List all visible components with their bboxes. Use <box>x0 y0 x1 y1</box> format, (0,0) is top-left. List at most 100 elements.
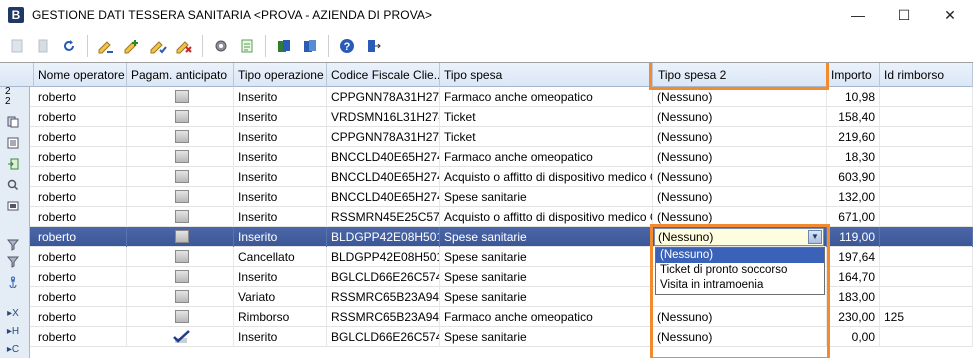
export-book-icon[interactable] <box>271 33 297 59</box>
cell-id-rimborso[interactable] <box>880 207 973 227</box>
cell-pagam-anticipato[interactable] <box>127 87 234 107</box>
cell-tipo-spesa[interactable]: Acquisto o affitto di dispositivo medico… <box>440 207 653 227</box>
cell-id-rimborso[interactable] <box>880 127 973 147</box>
cell-codice-fiscale[interactable]: BNCCLD40E65H274O <box>327 167 440 187</box>
cell-tipo-spesa-2[interactable]: (Nessuno) <box>653 307 827 327</box>
cell-id-rimborso[interactable] <box>880 87 973 107</box>
cell-nome-operatore[interactable]: roberto <box>34 267 127 287</box>
cell-pagam-anticipato[interactable] <box>127 147 234 167</box>
cell-importo[interactable]: 164,70 <box>827 267 880 287</box>
cell-importo[interactable]: 183,00 <box>827 287 880 307</box>
cell-tipo-spesa[interactable]: Farmaco anche omeopatico <box>440 87 653 107</box>
checkbox-unchecked-icon[interactable] <box>175 170 189 183</box>
minimize-button[interactable]: — <box>835 0 881 30</box>
help-icon[interactable]: ? <box>334 33 360 59</box>
edit-record-cancel-icon[interactable] <box>171 33 197 59</box>
cell-nome-operatore[interactable]: roberto <box>34 287 127 307</box>
cell-pagam-anticipato[interactable] <box>127 127 234 147</box>
cell-importo[interactable]: 230,00 <box>827 307 880 327</box>
cell-tipo-spesa-2[interactable]: (Nessuno) <box>653 167 827 187</box>
cell-id-rimborso[interactable] <box>880 287 973 307</box>
cell-tipo-spesa[interactable]: Spese sanitarie <box>440 187 653 207</box>
column-header-codice-fiscale[interactable]: Codice Fiscale Clie... <box>327 63 440 87</box>
tipo-spesa-2-combo[interactable]: (Nessuno) ▼ <box>654 228 824 246</box>
checkbox-unchecked-icon[interactable] <box>175 310 189 323</box>
cell-nome-operatore[interactable]: roberto <box>34 147 127 167</box>
cell-tipo-spesa[interactable]: Ticket <box>440 107 653 127</box>
cell-codice-fiscale[interactable]: BNCCLD40E65H274O <box>327 187 440 207</box>
cell-id-rimborso[interactable] <box>880 147 973 167</box>
cell-tipo-operazione[interactable]: Inserito <box>234 147 327 167</box>
cell-nome-operatore[interactable]: roberto <box>34 87 127 107</box>
cell-id-rimborso[interactable] <box>880 247 973 267</box>
cell-pagam-anticipato[interactable] <box>127 107 234 127</box>
cell-id-rimborso[interactable] <box>880 327 973 347</box>
close-button[interactable]: ✕ <box>927 0 973 30</box>
table-row[interactable]: roberto Inserito BGLCLD66E26C574T Spese san… <box>0 267 973 287</box>
columns-icon[interactable] <box>5 198 21 214</box>
cell-nome-operatore[interactable]: roberto <box>34 127 127 147</box>
cell-codice-fiscale[interactable]: BGLCLD66E26C574T <box>327 267 440 287</box>
checkbox-unchecked-icon[interactable] <box>175 270 189 283</box>
cell-tipo-spesa[interactable]: Farmaco anche omeopatico <box>440 307 653 327</box>
cell-nome-operatore[interactable]: roberto <box>34 107 127 127</box>
cell-tipo-spesa-2[interactable]: (Nessuno) <box>653 207 827 227</box>
cell-tipo-spesa[interactable]: Spese sanitarie <box>440 267 653 287</box>
table-row[interactable]: roberto Inserito BGLCLD66E26C574T Spese san… <box>0 327 973 347</box>
cell-tipo-operazione[interactable]: Inserito <box>234 167 327 187</box>
cell-importo[interactable]: 119,00 <box>827 227 880 247</box>
cell-codice-fiscale[interactable]: VRDSMN16L31H274U <box>327 107 440 127</box>
cell-tipo-spesa-2[interactable]: (Nessuno) <box>653 147 827 167</box>
checkbox-unchecked-icon[interactable] <box>175 110 189 123</box>
filter-icon[interactable] <box>5 237 21 253</box>
edit-record-confirm-icon[interactable] <box>145 33 171 59</box>
cell-tipo-operazione[interactable]: Inserito <box>234 107 327 127</box>
column-header-pagam-anticipato[interactable]: Pagam. anticipato <box>127 63 234 87</box>
cell-tipo-operazione[interactable]: Inserito <box>234 327 327 347</box>
clear-column-icon[interactable]: ▸C <box>5 341 21 357</box>
cell-pagam-anticipato[interactable] <box>127 207 234 227</box>
refresh-icon[interactable] <box>56 33 82 59</box>
cell-pagam-anticipato[interactable] <box>127 247 234 267</box>
cell-tipo-spesa[interactable]: Spese sanitarie <box>440 227 653 247</box>
cell-tipo-operazione[interactable]: Inserito <box>234 127 327 147</box>
cell-id-rimborso[interactable] <box>880 187 973 207</box>
cell-tipo-operazione[interactable]: Cancellato <box>234 247 327 267</box>
list-view-icon[interactable] <box>5 135 21 151</box>
cell-importo[interactable]: 197,64 <box>827 247 880 267</box>
table-row[interactable]: roberto InseritoBNCCLD40E65H274OAcquisto … <box>0 167 973 187</box>
cell-codice-fiscale[interactable]: BLDGPP42E08H501X <box>327 247 440 267</box>
table-row[interactable]: roberto Cancellato BLDGPP42E08H501X Spese s… <box>0 247 973 267</box>
cell-codice-fiscale[interactable]: BGLCLD66E26C574T <box>327 327 440 347</box>
checkbox-unchecked-icon[interactable] <box>175 90 189 103</box>
cell-nome-operatore[interactable]: roberto <box>34 327 127 347</box>
cell-codice-fiscale[interactable]: CPPGNN78A31H274P <box>327 87 440 107</box>
settings-gear-icon[interactable] <box>208 33 234 59</box>
table-row[interactable]: roberto VariatoRSSMRC65B23A944TSpese sani… <box>0 287 973 307</box>
cell-tipo-operazione[interactable]: Inserito <box>234 87 327 107</box>
table-row[interactable]: roberto InseritoBNCCLD40E65H274OSpese san… <box>0 187 973 207</box>
column-header-tipo-spesa[interactable]: Tipo spesa <box>440 63 653 87</box>
edit-record-add-icon[interactable] <box>119 33 145 59</box>
table-row[interactable]: roberto InseritoVRDSMN16L31H274UTicket(Ne… <box>0 107 973 127</box>
cell-importo[interactable]: 10,98 <box>827 87 880 107</box>
cell-tipo-operazione[interactable]: Inserito <box>234 267 327 287</box>
cell-tipo-spesa-2[interactable]: (Nessuno) <box>653 327 827 347</box>
exit-door-icon[interactable] <box>360 33 386 59</box>
dropdown-option-visita-intramoenia[interactable]: Visita in intramoenia <box>656 278 824 293</box>
chevron-down-icon[interactable]: ▼ <box>808 230 822 244</box>
table-row[interactable]: roberto Inserito RSSMRN45E25C573I Acquisto … <box>0 207 973 227</box>
cell-importo[interactable]: 219,60 <box>827 127 880 147</box>
cell-tipo-operazione[interactable]: Rimborso <box>234 307 327 327</box>
checkbox-unchecked-icon[interactable] <box>175 230 189 243</box>
cell-nome-operatore[interactable]: roberto <box>34 247 127 267</box>
cell-pagam-anticipato[interactable] <box>127 327 234 347</box>
cell-id-rimborso[interactable] <box>880 167 973 187</box>
cell-id-rimborso[interactable]: 125 <box>880 307 973 327</box>
cell-tipo-spesa-2[interactable]: (Nessuno) <box>653 87 827 107</box>
column-header-tipo-operazione[interactable]: Tipo operazione <box>234 63 327 87</box>
import-record-icon[interactable] <box>5 156 21 172</box>
cell-tipo-spesa[interactable]: Farmaco anche omeopatico <box>440 147 653 167</box>
cell-codice-fiscale[interactable]: RSSMRN45E25C573I <box>327 207 440 227</box>
checkbox-unchecked-icon[interactable] <box>175 290 189 303</box>
